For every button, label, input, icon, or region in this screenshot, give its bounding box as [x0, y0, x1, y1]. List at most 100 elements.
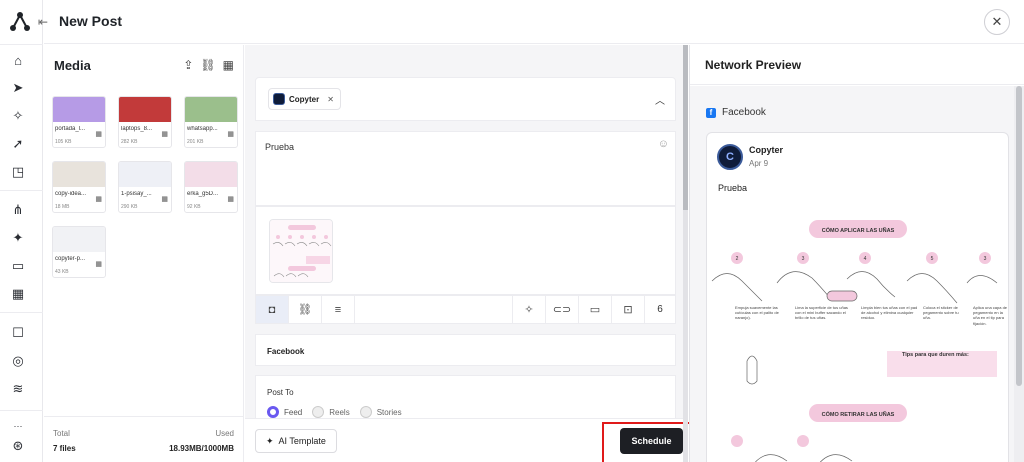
grid-icon[interactable]: ▦ — [227, 195, 234, 203]
rocket-icon[interactable]: ➚ — [10, 136, 26, 152]
step-text-fo: Empuja suavemente las cutículas con el p… — [735, 305, 779, 320]
magic-wand-icon: ✧ — [524, 304, 534, 316]
editor-panel: Copyter ✕ ︿ Prueba ☺ ◘ ⛓ ≡ ✧ ⊂⊃ ▭ ⊡ 6 Fa… — [245, 45, 706, 462]
ai-template-label: AI Template — [278, 436, 326, 446]
media-item[interactable]: laptops_8... 282 KB ▦ — [118, 96, 172, 148]
radio-unselected — [359, 406, 372, 418]
media-title: Media — [54, 58, 91, 73]
attached-image[interactable] — [269, 219, 333, 283]
post-text-area[interactable]: Prueba ☺ — [255, 131, 676, 206]
sparkles-icon[interactable]: ✦ — [10, 230, 26, 246]
step-text-fo: Coloca el sticker de pegamento sobre tu … — [923, 305, 959, 320]
network-icon[interactable]: ⋔ — [10, 202, 26, 218]
total-files: 7 files — [53, 444, 76, 453]
facebook-section-header[interactable]: Facebook — [255, 334, 676, 366]
grid-icon[interactable]: ▦ — [161, 195, 168, 203]
step-number: 2 — [736, 256, 739, 262]
link-button[interactable]: ⛓ — [289, 296, 322, 323]
grid-icon[interactable]: ▦ — [223, 58, 234, 72]
close-button[interactable]: ✕ — [984, 9, 1010, 35]
radio-stories[interactable]: Stories — [359, 406, 402, 418]
account-avatar: C — [717, 144, 743, 170]
emoji-icon[interactable]: ☺ — [658, 138, 669, 150]
grid-icon[interactable]: ▦ — [95, 260, 102, 268]
preview-body: f Facebook C Copyter Apr 9 Prueba CÓMO A… — [690, 86, 1014, 462]
radio-unselected — [312, 406, 325, 418]
preview-scrollbar[interactable] — [1014, 86, 1024, 462]
preview-post-card: C Copyter Apr 9 Prueba CÓMO APLICAR LAS … — [706, 132, 1009, 462]
magic-button[interactable]: ✧ — [513, 296, 546, 323]
media-file-size: 201 KB — [187, 139, 204, 145]
support-icon[interactable]: ⊛ — [10, 438, 26, 454]
step-number: 5 — [931, 256, 934, 262]
grid-icon[interactable]: ▦ — [161, 130, 168, 138]
link-icon[interactable]: ⛓ — [200, 58, 215, 72]
grid-icon[interactable]: ▦ — [95, 130, 102, 138]
step-text-fo: Lima la superficie de tus uñas con el mi… — [795, 305, 848, 321]
camera-button[interactable]: ◘ — [256, 296, 289, 323]
ai-template-button[interactable]: ✦ AI Template — [255, 429, 337, 453]
channel-avatar — [273, 93, 285, 105]
editor-scrollbar-thumb[interactable] — [683, 45, 688, 210]
step-text-fo: Aplica una capa de pegamento en la uña e… — [973, 305, 1008, 326]
radio-reels[interactable]: Reels — [312, 406, 350, 418]
radio-selected — [267, 406, 279, 418]
channel-chip[interactable]: Copyter ✕ — [268, 88, 341, 110]
upload-icon[interactable]: ⇪ — [183, 58, 193, 72]
media-item[interactable]: copy-idea... 18 MB ▦ — [52, 161, 106, 213]
save-button[interactable]: ⊡ — [612, 296, 645, 323]
header: ⇤ New Post ✕ — [38, 0, 1024, 44]
chat-icon[interactable]: ☐ — [10, 325, 26, 341]
chevron-up-icon[interactable]: ︿ — [655, 92, 665, 107]
attached-image-preview — [270, 220, 332, 282]
radio-label: Stories — [376, 407, 402, 417]
send-icon[interactable]: ➤ — [10, 80, 26, 96]
medal-icon[interactable]: ◎ — [10, 353, 26, 369]
rail-divider — [0, 44, 43, 45]
broadcast-icon[interactable]: ≋ — [10, 381, 26, 397]
save-icon: ⊡ — [623, 304, 633, 316]
media-item[interactable]: whatsapp... 201 KB ▦ — [184, 96, 238, 148]
gallery-icon[interactable]: ▦ — [10, 286, 26, 302]
step-text: Limpia bien tus uñas con el pad de alcoh… — [861, 305, 918, 321]
preview-scrollbar-thumb[interactable] — [1016, 86, 1022, 386]
preview-network-row: f Facebook — [706, 107, 766, 118]
media-item[interactable]: erka_g5D... 92 KB ▦ — [184, 161, 238, 213]
home-icon[interactable]: ⌂ — [10, 52, 26, 68]
media-file-name: copy-idea... — [55, 191, 87, 197]
remove-channel-icon[interactable]: ✕ — [327, 95, 334, 104]
media-thumbnail — [185, 162, 237, 187]
step-number: 4 — [864, 256, 867, 262]
collapse-sidebar-icon[interactable]: ⇤ — [38, 15, 48, 29]
grid-icon[interactable]: ▦ — [227, 130, 234, 138]
step-number: 3 — [984, 256, 987, 262]
more-icon[interactable]: ··· — [10, 418, 26, 434]
comment-button[interactable]: ▭ — [579, 296, 612, 323]
close-icon: ✕ — [991, 14, 1003, 29]
image-heading-2: CÓMO RETIRAR LAS UÑAS — [822, 410, 895, 418]
url-button[interactable]: ⊂⊃ — [546, 296, 579, 323]
media-thumbnail — [119, 162, 171, 187]
editor-scrollbar[interactable] — [683, 45, 688, 462]
sparkles-icon: ✦ — [266, 435, 274, 446]
toolbar-spacer — [355, 296, 513, 323]
align-button[interactable]: ≡ — [322, 296, 355, 323]
app-logo-icon[interactable] — [8, 10, 32, 34]
grid-icon[interactable]: ▦ — [95, 195, 102, 203]
media-file-name: 1-psisay_... — [121, 191, 152, 197]
post-to-label: Post To — [267, 388, 294, 397]
media-item[interactable]: copyter-p... 43 KB ▦ — [52, 226, 106, 278]
media-thumbnail — [53, 97, 105, 122]
media-item[interactable]: 1-psisay_... 290 KB ▦ — [118, 161, 172, 213]
magic-wand-icon[interactable]: ✧ — [10, 108, 26, 124]
account-name: Copyter — [749, 145, 784, 155]
rss-icon[interactable]: ◳ — [10, 164, 26, 180]
radio-feed[interactable]: Feed — [267, 406, 302, 418]
used-label: Used — [215, 429, 234, 438]
step-text: Aplica una capa de pegamento en la uña e… — [973, 305, 1008, 326]
media-file-size: 43 KB — [55, 269, 69, 275]
schedule-button[interactable]: Schedule — [620, 428, 683, 454]
folder-icon[interactable]: ▭ — [10, 258, 26, 274]
step-text: Lima la superficie de tus uñas con el mi… — [795, 305, 848, 321]
media-item[interactable]: portada_l... 105 KB ▦ — [52, 96, 106, 148]
